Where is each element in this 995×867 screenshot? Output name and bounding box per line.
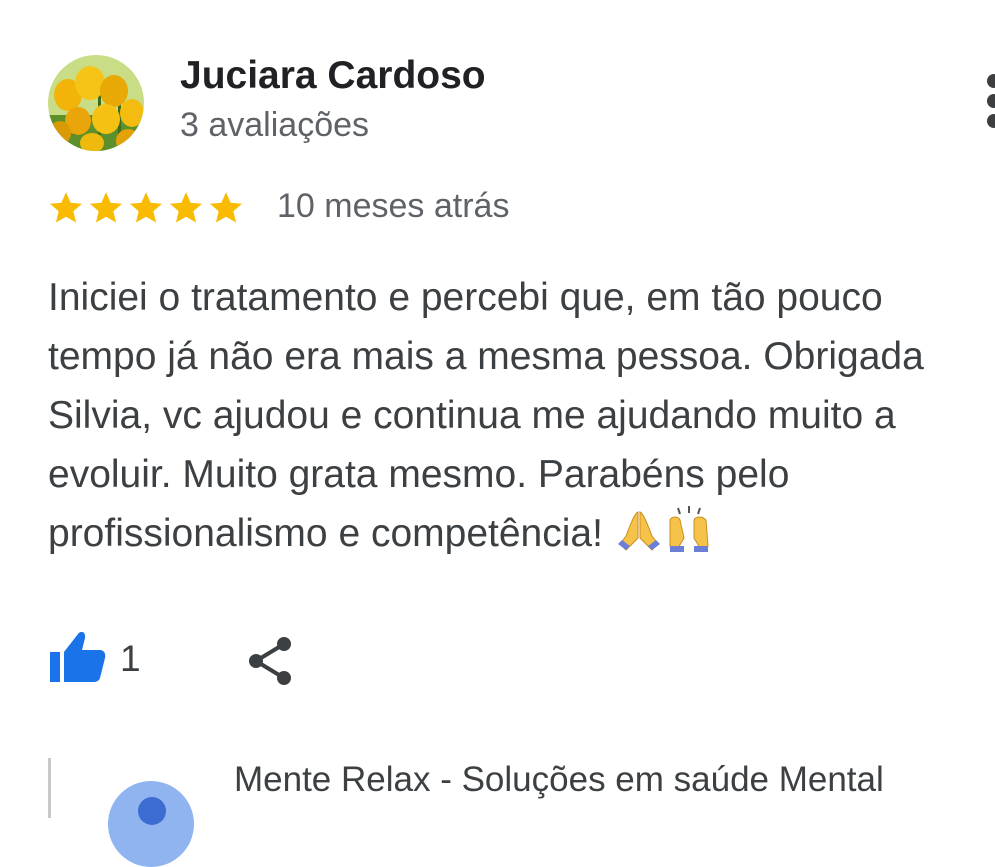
share-button[interactable] xyxy=(244,634,296,688)
more-vert-icon[interactable] xyxy=(977,74,995,130)
star-icon xyxy=(169,192,203,223)
raised-hands-emoji xyxy=(669,506,709,552)
star-icon xyxy=(49,192,83,223)
owner-response-divider xyxy=(48,758,51,818)
review-text-block: Iniciei o tratamento e percebi que, em t… xyxy=(48,268,993,563)
owner-response-name: Mente Relax - Soluções em saúde Mental xyxy=(234,760,884,799)
praying-hands-emoji xyxy=(617,511,660,551)
share-icon xyxy=(249,637,291,685)
star-icon xyxy=(209,192,243,223)
like-count: 1 xyxy=(120,638,141,679)
review-text: Iniciei o tratamento e percebi que, em t… xyxy=(48,276,924,555)
star-icon xyxy=(129,192,163,223)
review-date: 10 meses atrás xyxy=(277,187,510,225)
like-button[interactable] xyxy=(48,630,108,686)
tulips-photo xyxy=(48,55,144,151)
review-count: 3 avaliações xyxy=(180,106,370,144)
star-icon xyxy=(89,192,123,223)
owner-avatar xyxy=(108,781,194,867)
reviewer-avatar[interactable] xyxy=(48,55,144,151)
thumbs-up-icon xyxy=(50,631,106,682)
star-rating xyxy=(48,190,244,226)
reviewer-name[interactable]: Juciara Cardoso xyxy=(180,54,486,98)
